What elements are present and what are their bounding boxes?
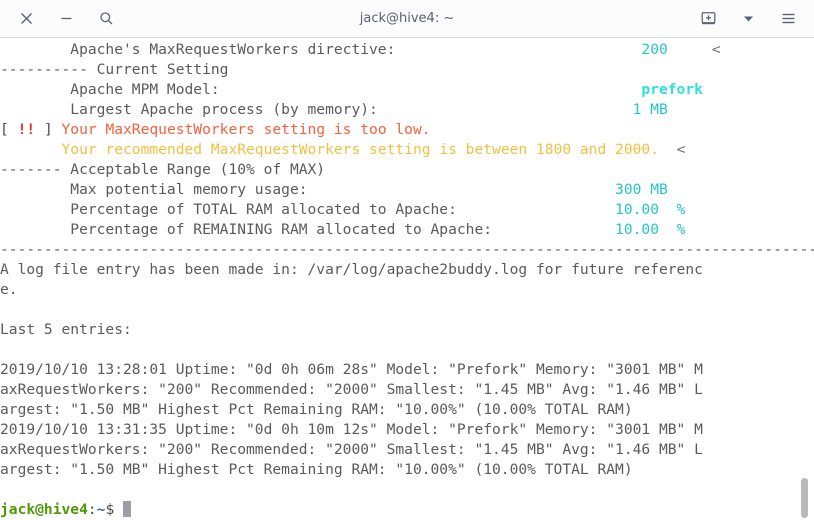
terminal-text: [	[0, 121, 18, 138]
terminal-text: Max potential memory usage:	[0, 181, 616, 198]
terminal-line	[0, 340, 814, 360]
new-tab-icon[interactable]	[698, 9, 718, 29]
terminal-text: Percentage of REMAINING RAM allocated to…	[0, 221, 616, 238]
terminal-line: argest: "1.50 MB" Highest Pct Remaining …	[0, 400, 814, 420]
titlebar-right-controls	[698, 9, 814, 29]
window-titlebar: jack@hive4: ~	[0, 0, 814, 38]
terminal-text: 2019/10/10 13:28:01 Uptime: "0d 0h 06m 2…	[0, 361, 703, 378]
terminal-line: [ !! ] Your MaxRequestWorkers setting is…	[0, 120, 814, 140]
terminal-text: e.	[0, 281, 18, 298]
titlebar-left-controls	[0, 9, 116, 29]
terminal-text: 2019/10/10 13:31:35 Uptime: "0d 0h 10m 1…	[0, 421, 703, 438]
terminal-scrollbar-track[interactable]	[798, 38, 812, 520]
terminal-text: :	[87, 501, 97, 518]
terminal-text: 300 MB	[615, 181, 668, 198]
terminal-output: Apache's MaxRequestWorkers directive: 20…	[0, 38, 814, 520]
window-title: jack@hive4: ~	[359, 11, 455, 26]
terminal-text: <	[676, 141, 686, 158]
terminal-line: 2019/10/10 13:28:01 Uptime: "0d 0h 06m 2…	[0, 360, 814, 380]
terminal-line: 2019/10/10 13:31:35 Uptime: "0d 0h 10m 1…	[0, 420, 814, 440]
terminal-cursor	[123, 501, 132, 517]
terminal-text: 10.00	[615, 201, 659, 218]
terminal-text: Apache's MaxRequestWorkers directive:	[0, 41, 642, 58]
terminal-line: ----------------------------------------…	[0, 240, 814, 260]
terminal-line: argest: "1.50 MB" Highest Pct Remaining …	[0, 460, 814, 480]
terminal-line: axRequestWorkers: "200" Recommended: "20…	[0, 440, 814, 460]
terminal-text: ]	[35, 121, 62, 138]
terminal-line: Max potential memory usage: 300 MB	[0, 180, 814, 200]
terminal-line: axRequestWorkers: "200" Recommended: "20…	[0, 380, 814, 400]
terminal-line: Apache's MaxRequestWorkers directive: 20…	[0, 40, 814, 60]
terminal-line: Largest Apache process (by memory): 1 MB	[0, 100, 814, 120]
terminal-line: jack@hive4:~$	[0, 500, 814, 520]
terminal-text: !!	[17, 121, 36, 138]
terminal-line: A log file entry has been made in: /var/…	[0, 260, 814, 280]
terminal-text: ---------- Current Setting	[0, 61, 229, 78]
terminal-text: 10.00	[615, 221, 659, 238]
terminal-text: Last 5 entries:	[0, 321, 132, 338]
terminal-text: ----------------------------------------…	[0, 241, 814, 258]
terminal-text: Your MaxRequestWorkers setting is too lo…	[61, 121, 431, 138]
terminal-line: Percentage of REMAINING RAM allocated to…	[0, 220, 814, 240]
terminal-line: Last 5 entries:	[0, 320, 814, 340]
terminal-line	[0, 300, 814, 320]
terminal-text: prefork	[641, 81, 703, 98]
terminal-text: %	[676, 201, 686, 218]
minimize-icon[interactable]	[56, 9, 76, 29]
search-icon[interactable]	[96, 9, 116, 29]
terminal-text: Largest Apache process (by memory):	[0, 101, 633, 118]
terminal-scrollbar-thumb[interactable]	[801, 478, 808, 518]
terminal-line: e.	[0, 280, 814, 300]
terminal-text: ------- Acceptable Range (10% of MAX)	[0, 161, 326, 178]
terminal-line: Your recommended MaxRequestWorkers setti…	[0, 140, 814, 160]
terminal-line: ---------- Current Setting	[0, 60, 814, 80]
terminal-text: <	[711, 41, 721, 58]
terminal-line: Percentage of TOTAL RAM allocated to Apa…	[0, 200, 814, 220]
terminal-text: $	[105, 501, 124, 518]
close-icon[interactable]	[16, 9, 36, 29]
terminal-text: axRequestWorkers: "200" Recommended: "20…	[0, 441, 703, 458]
terminal-screen[interactable]: Apache's MaxRequestWorkers directive: 20…	[0, 38, 814, 520]
hamburger-menu-icon[interactable]	[778, 9, 798, 29]
terminal-text: jack@hive4	[0, 501, 88, 518]
terminal-text: Your recommended MaxRequestWorkers setti…	[61, 141, 659, 158]
terminal-text: Percentage of TOTAL RAM allocated to Apa…	[0, 201, 616, 218]
terminal-text: argest: "1.50 MB" Highest Pct Remaining …	[0, 461, 633, 478]
terminal-text: argest: "1.50 MB" Highest Pct Remaining …	[0, 401, 633, 418]
terminal-line	[0, 480, 814, 500]
chevron-down-icon[interactable]	[738, 9, 758, 29]
terminal-text: A log file entry has been made in: /var/…	[0, 261, 703, 278]
terminal-text: axRequestWorkers: "200" Recommended: "20…	[0, 381, 703, 398]
terminal-text: 1 MB	[632, 101, 668, 118]
terminal-line: Apache MPM Model: prefork	[0, 80, 814, 100]
terminal-text: Apache MPM Model:	[0, 81, 642, 98]
terminal-line: ------- Acceptable Range (10% of MAX)	[0, 160, 814, 180]
terminal-text: 200	[641, 41, 668, 58]
terminal-text: %	[676, 221, 686, 238]
